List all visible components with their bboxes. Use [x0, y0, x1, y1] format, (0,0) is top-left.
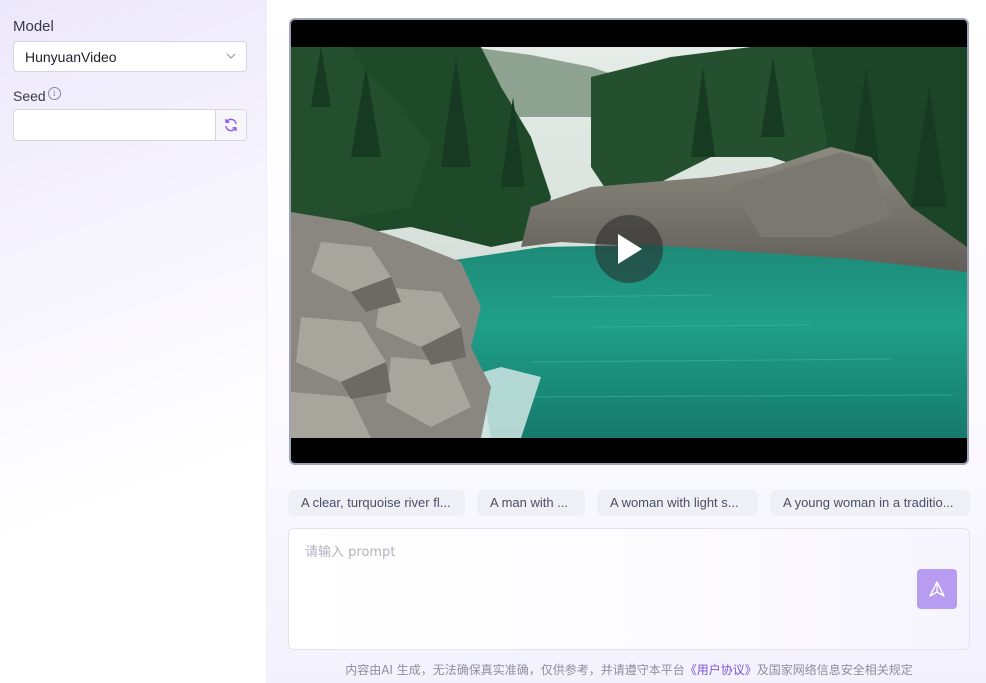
chevron-down-icon [226, 53, 236, 59]
play-button[interactable] [595, 215, 663, 283]
send-button[interactable] [917, 569, 957, 609]
model-label: Model [13, 18, 54, 35]
seed-label: Seed [13, 88, 46, 104]
seed-field [13, 109, 247, 141]
play-icon [618, 234, 642, 264]
main-area: A clear, turquoise river fl... A man wit… [267, 0, 986, 683]
suggestion-chip[interactable]: A clear, turquoise river fl... [288, 490, 465, 516]
model-select-value: HunyuanVideo [25, 48, 117, 65]
info-icon[interactable]: i [47, 87, 61, 100]
disclaimer-prefix: 内容由AI 生成，无法确保真实准确，仅供参考，并请遵守本平台 [345, 663, 685, 677]
model-select[interactable]: HunyuanVideo [13, 41, 247, 72]
refresh-icon [225, 118, 237, 132]
send-icon [929, 581, 945, 597]
sidebar: Model HunyuanVideo Seed i [0, 0, 267, 683]
seed-label-row: Seed i [13, 87, 61, 104]
suggestion-chip[interactable]: A man with ... [477, 490, 585, 516]
user-agreement-link[interactable]: 《用户协议》 [685, 663, 757, 677]
prompt-box [288, 528, 970, 650]
prompt-suggestions: A clear, turquoise river fl... A man wit… [288, 490, 970, 516]
video-player[interactable] [289, 18, 969, 465]
disclaimer-suffix: 及国家网络信息安全相关规定 [756, 663, 913, 677]
disclaimer: 内容由AI 生成，无法确保真实准确，仅供参考，并请遵守本平台《用户协议》及国家网… [267, 661, 986, 678]
seed-refresh-button[interactable] [215, 110, 246, 140]
prompt-input[interactable] [289, 529, 899, 629]
suggestion-chip[interactable]: A woman with light s... [597, 490, 758, 516]
suggestion-chip[interactable]: A young woman in a traditio... [770, 490, 970, 516]
seed-input[interactable] [14, 110, 215, 140]
